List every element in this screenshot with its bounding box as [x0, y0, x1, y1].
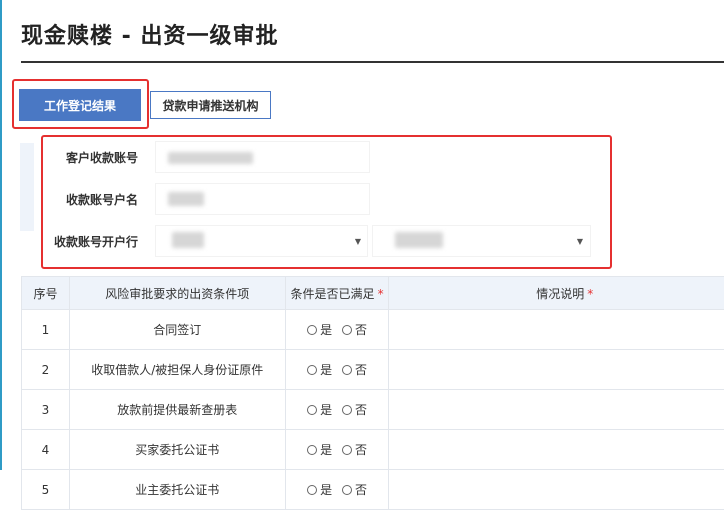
row-item: 买家委托公证书 [68, 429, 286, 470]
row-item: 收取借款人/被担保人身份证原件 [68, 349, 286, 390]
table-row: 2 收取借款人/被担保人身份证原件 是 否 [21, 349, 724, 390]
remark-cell[interactable] [388, 309, 724, 350]
satisfied-radio-group: 是 否 [284, 429, 390, 470]
radio-circle-icon [307, 405, 318, 415]
satisfied-radio-group: 是 否 [284, 349, 390, 390]
row-index: 4 [21, 429, 70, 470]
radio-no[interactable]: 否 [341, 483, 367, 497]
radio-no[interactable]: 否 [341, 323, 367, 337]
radio-no[interactable]: 否 [341, 403, 367, 417]
radio-yes[interactable]: 是 [307, 483, 332, 497]
table-row: 4 买家委托公证书 是 否 [21, 429, 724, 470]
radio-circle-icon [341, 325, 352, 335]
row-item: 合同签订 [68, 309, 286, 350]
header-item: 风险审批要求的出资条件项 [68, 276, 286, 310]
row-item: 业主委托公证书 [68, 469, 286, 510]
header-remark: 情况说明 * [388, 276, 724, 310]
remark-cell[interactable] [388, 389, 724, 430]
form-row-marker [20, 187, 34, 231]
row-index: 1 [21, 309, 70, 350]
left-accent-bar [0, 0, 2, 470]
table-row: 5 业主委托公证书 是 否 [21, 469, 724, 510]
form-highlight-box [41, 135, 612, 269]
radio-circle-icon [341, 405, 352, 415]
tab-loan-push-institution[interactable]: 贷款申请推送机构 [150, 91, 271, 119]
radio-no[interactable]: 否 [341, 363, 367, 377]
radio-yes[interactable]: 是 [307, 323, 332, 337]
radio-yes[interactable]: 是 [307, 443, 332, 457]
radio-yes[interactable]: 是 [307, 363, 332, 377]
remark-cell[interactable] [388, 469, 724, 510]
table-row: 1 合同签订 是 否 [21, 309, 724, 350]
header-index: 序号 [21, 276, 70, 310]
row-index: 5 [21, 469, 70, 510]
table-row: 3 放款前提供最新查册表 是 否 [21, 389, 724, 430]
page-title: 现金赎楼 - 出资一级审批 [21, 24, 279, 49]
radio-circle-icon [341, 445, 352, 455]
satisfied-radio-group: 是 否 [284, 469, 390, 510]
radio-circle-icon [307, 365, 318, 375]
remark-cell[interactable] [388, 349, 724, 390]
radio-circle-icon [307, 325, 318, 335]
remark-cell[interactable] [388, 429, 724, 470]
satisfied-radio-group: 是 否 [284, 309, 390, 350]
required-mark: * [587, 286, 594, 301]
radio-circle-icon [341, 365, 352, 375]
radio-yes[interactable]: 是 [307, 403, 332, 417]
title-divider [21, 61, 724, 63]
row-index: 2 [21, 349, 70, 390]
required-mark: * [377, 286, 384, 301]
header-satisfied: 条件是否已满足 * [284, 276, 390, 310]
radio-no[interactable]: 否 [341, 443, 367, 457]
table-header-row: 序号 风险审批要求的出资条件项 条件是否已满足 * 情况说明 * [21, 276, 724, 310]
conditions-table: 序号 风险审批要求的出资条件项 条件是否已满足 * 情况说明 * 1 合同签订 是 … [21, 276, 724, 510]
form-row-marker [20, 143, 34, 187]
row-index: 3 [21, 389, 70, 430]
tab-highlight-box [12, 79, 149, 129]
radio-circle-icon [307, 485, 318, 495]
row-item: 放款前提供最新查册表 [68, 389, 286, 430]
satisfied-radio-group: 是 否 [284, 389, 390, 430]
radio-circle-icon [307, 445, 318, 455]
radio-circle-icon [341, 485, 352, 495]
